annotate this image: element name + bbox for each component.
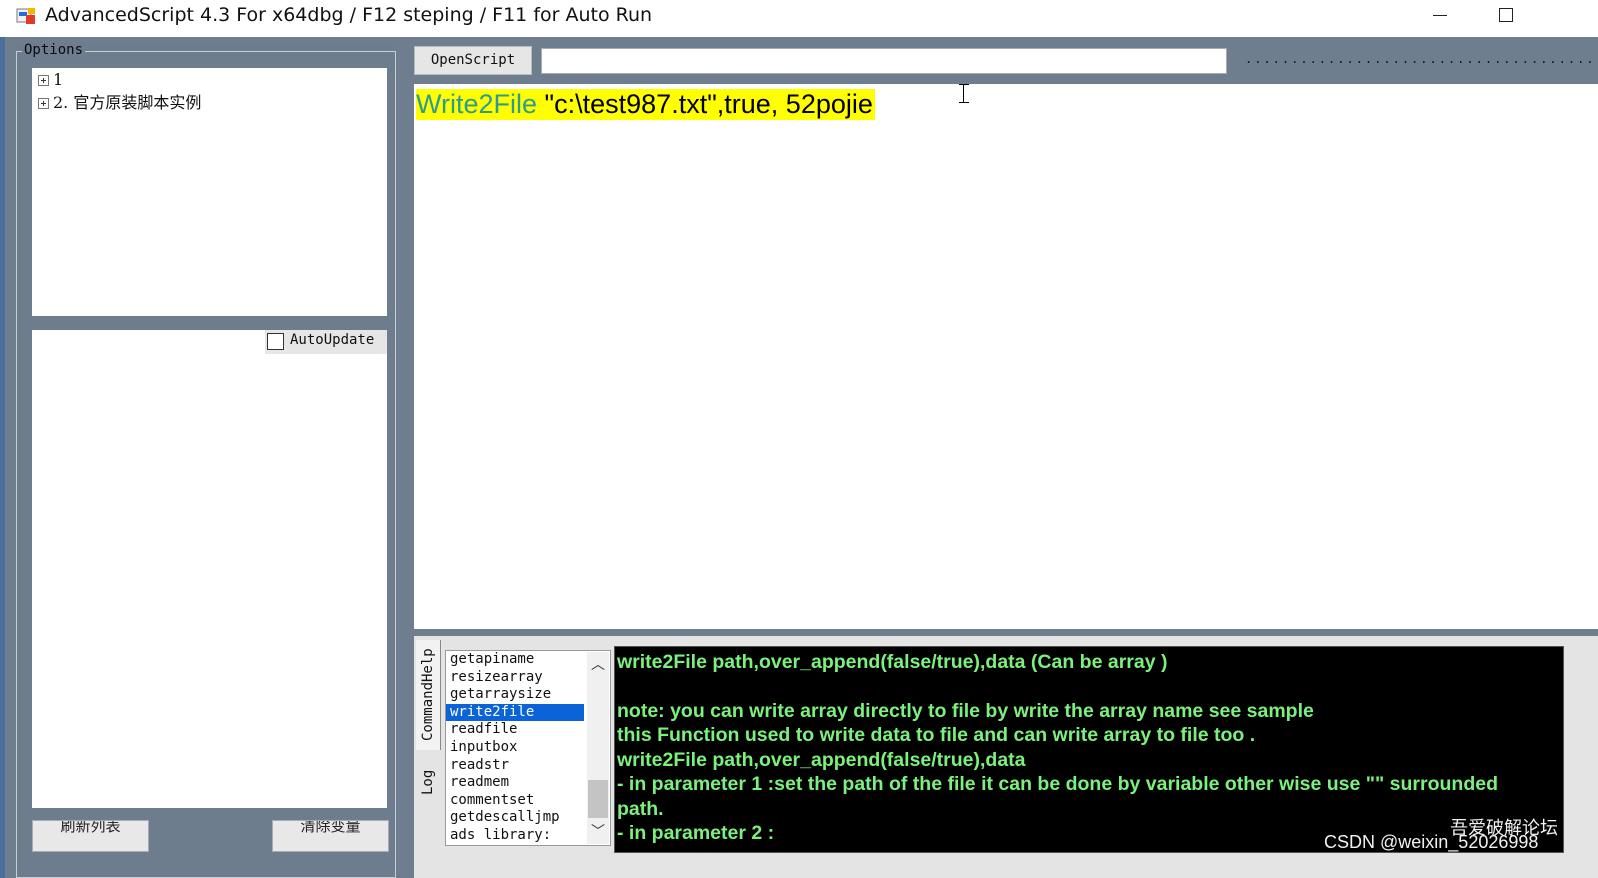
tree-node[interactable]: 2. 官方原装脚本实例	[38, 89, 201, 112]
script-path-input[interactable]	[541, 48, 1227, 74]
expand-icon[interactable]	[38, 98, 49, 109]
tree-node-label: 2. 官方原装脚本实例	[53, 93, 202, 112]
code-line: Write2File "c:\test987.txt",true, 52poji…	[416, 89, 875, 120]
maximize-button[interactable]	[1483, 0, 1529, 32]
code-args: "c:\test987.txt",true, 52pojie	[537, 89, 873, 119]
help-line: write2File path,over_append(false/true),…	[617, 749, 1026, 771]
splitter-dots: ........................................…	[1245, 52, 1598, 66]
list-item[interactable]: commentset	[446, 792, 584, 810]
list-item[interactable]: ads library:	[446, 827, 584, 845]
csdn-watermark: CSDN @weixin_52026998	[1324, 832, 1539, 852]
help-line: write2File path,over_append(false/true),…	[617, 651, 1168, 673]
autoupdate-label: AutoUpdate	[290, 332, 375, 348]
title-bar: AdvancedScript 4.3 For x64dbg / F12 step…	[0, 0, 1598, 36]
vertical-tabs: CommandHelp Log	[414, 640, 441, 878]
checkbox-box[interactable]	[267, 333, 284, 350]
script-editor[interactable]: Write2File "c:\test987.txt",true, 52poji…	[414, 84, 1598, 629]
list-item[interactable]: readmem	[446, 774, 584, 792]
help-line: - in parameter 2 :	[617, 822, 775, 844]
help-line: this Function used to write data to file…	[617, 724, 1256, 746]
help-line: note: you can write array directly to fi…	[617, 700, 1314, 722]
tab-commandhelp[interactable]: CommandHelp	[416, 640, 441, 750]
list-item[interactable]: readstr	[446, 757, 584, 775]
command-help-text: write2File path,over_append(false/true),…	[614, 646, 1564, 853]
openscript-button[interactable]: OpenScript	[414, 46, 532, 75]
tree-node[interactable]: 1	[38, 70, 64, 89]
list-item-selected[interactable]: write2file	[446, 703, 584, 722]
script-tree[interactable]: 1 2. 官方原装脚本实例	[32, 68, 387, 316]
expand-icon[interactable]	[38, 75, 49, 86]
list-item[interactable]: getdescalljmp	[446, 809, 584, 827]
chevron-down-icon[interactable]: ﹀	[591, 824, 605, 838]
list-item[interactable]: getarraysize	[446, 686, 584, 704]
window-title: AdvancedScript 4.3 For x64dbg / F12 step…	[45, 4, 653, 26]
list-item[interactable]: resizearray	[446, 669, 584, 687]
command-list-scrollbar[interactable]: ︿ ﹀	[587, 652, 609, 844]
code-keyword: Write2File	[416, 89, 538, 119]
list-item[interactable]: getapiname	[446, 651, 584, 669]
list-item[interactable]: readfile	[446, 721, 584, 739]
autoupdate-checkbox[interactable]: AutoUpdate	[265, 330, 387, 354]
help-line: - in parameter 1 :set the path of the fi…	[617, 773, 1499, 795]
chevron-up-icon[interactable]: ︿	[591, 657, 605, 671]
help-line: path.	[617, 798, 664, 820]
script-list[interactable]	[32, 330, 387, 808]
minimize-button[interactable]	[1417, 0, 1463, 32]
app-icon	[16, 8, 35, 24]
refresh-list-button[interactable]: 刷新列表	[32, 820, 149, 852]
text-cursor-icon	[958, 84, 970, 104]
tab-log[interactable]: Log	[416, 752, 440, 812]
options-legend: Options	[22, 42, 86, 58]
clear-variables-button[interactable]: 清除变量	[272, 820, 389, 852]
tree-node-label: 1	[53, 70, 64, 89]
list-item[interactable]: inputbox	[446, 739, 584, 757]
scrollbar-thumb[interactable]	[588, 780, 608, 818]
